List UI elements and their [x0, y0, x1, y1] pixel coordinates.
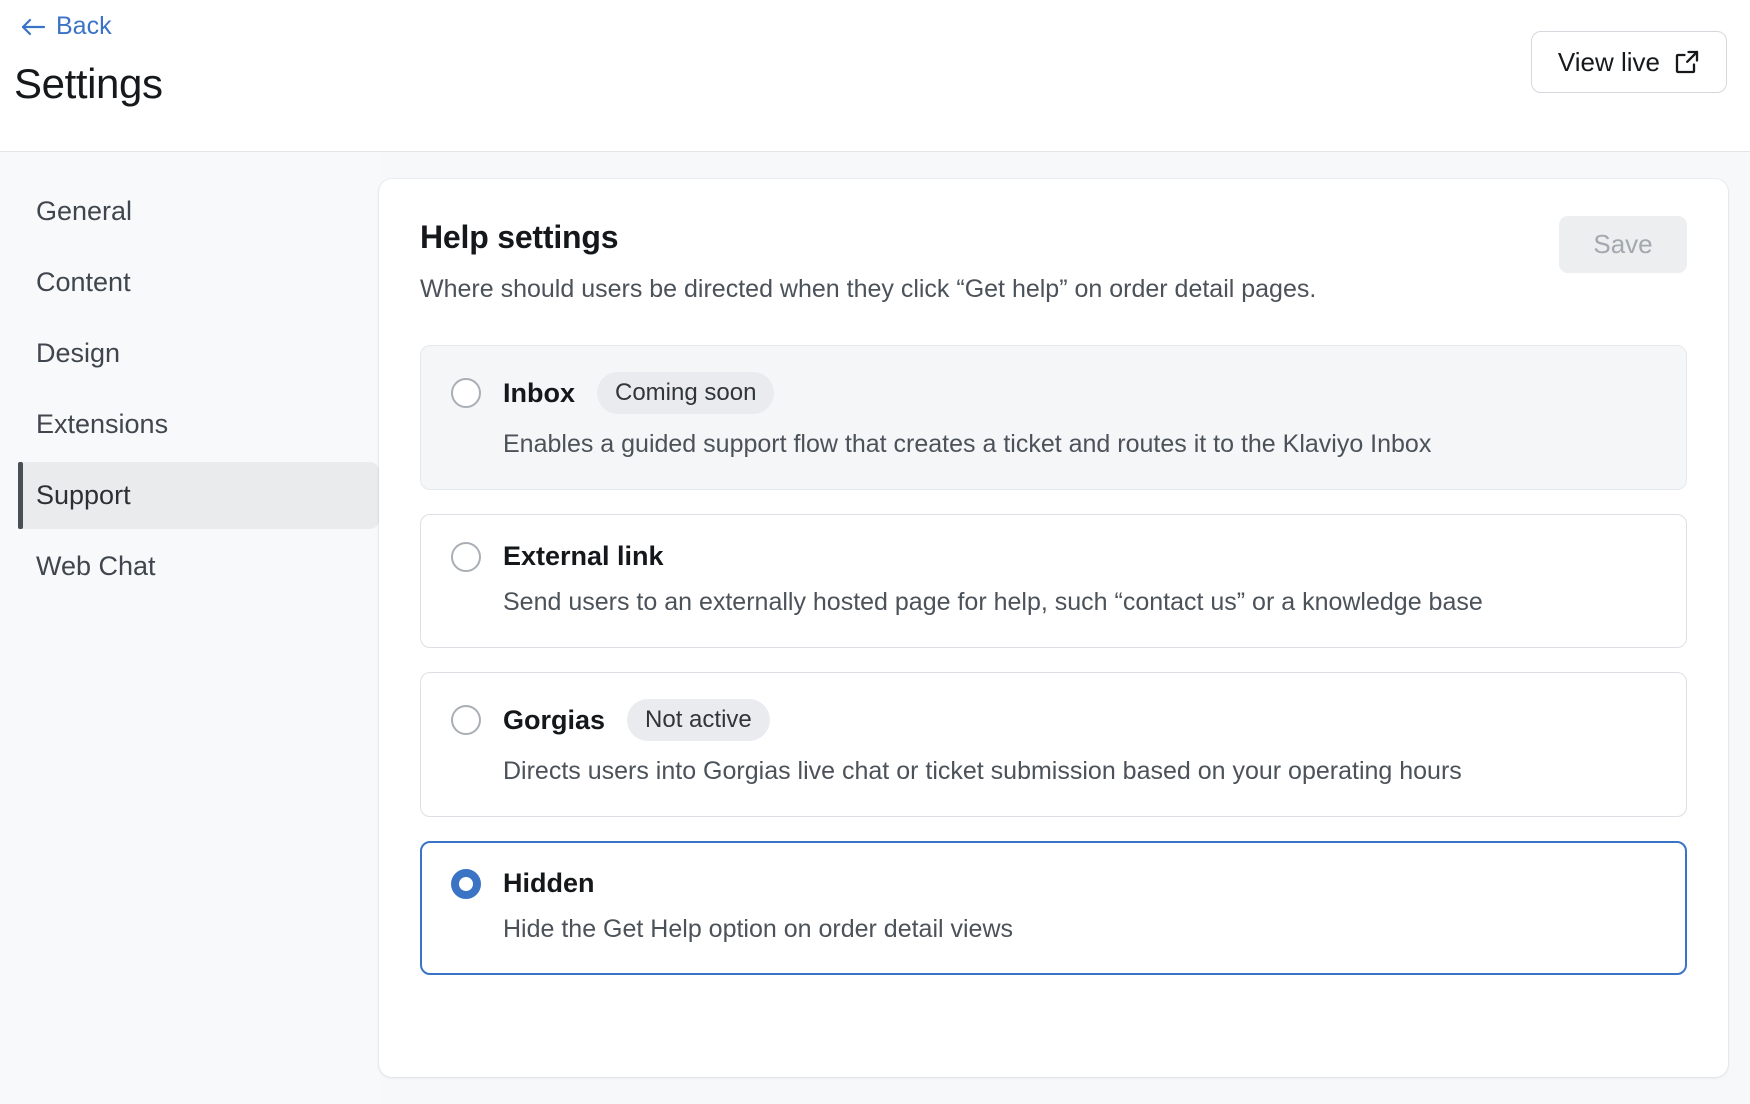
status-badge: Coming soon: [597, 372, 775, 414]
status-badge: Not active: [627, 699, 770, 741]
card-header: Help settings Where should users be dire…: [420, 216, 1687, 305]
option-title: Hidden: [503, 868, 595, 898]
option-header-row: External link: [451, 541, 1656, 572]
sidebar-item-label: Web Chat: [36, 551, 156, 581]
view-live-label: View live: [1557, 46, 1660, 77]
save-button[interactable]: Save: [1559, 216, 1687, 273]
settings-page: Back Settings View live General Content …: [0, 0, 1750, 1104]
option-inbox[interactable]: Inbox Coming soon Enables a guided suppo…: [420, 345, 1687, 490]
option-gorgias[interactable]: Gorgias Not active Directs users into Go…: [420, 672, 1687, 817]
sidebar-item-label: Extensions: [36, 409, 169, 439]
sidebar-item-extensions[interactable]: Extensions: [0, 391, 379, 458]
option-external-link[interactable]: External link Send users to an externall…: [420, 514, 1687, 648]
option-description: Enables a guided support flow that creat…: [503, 430, 1432, 458]
settings-sidebar: General Content Design Extensions Suppor…: [0, 152, 379, 1104]
settings-content: Help settings Where should users be dire…: [379, 152, 1750, 1104]
option-title: External link: [503, 541, 664, 571]
radio-inbox[interactable]: [451, 378, 481, 408]
help-destination-options: Inbox Coming soon Enables a guided suppo…: [420, 345, 1687, 975]
option-title: Gorgias: [503, 704, 606, 735]
radio-gorgias[interactable]: [451, 705, 481, 735]
option-header-row: Gorgias Not active: [451, 699, 1656, 741]
sidebar-item-design[interactable]: Design: [0, 320, 379, 387]
page-title: Settings: [14, 60, 163, 107]
external-link-icon: [1675, 50, 1699, 74]
view-live-button[interactable]: View live: [1530, 31, 1727, 93]
section-title: Help settings: [420, 219, 619, 255]
back-button[interactable]: Back: [14, 10, 118, 43]
section-subtitle: Where should users be directed when they…: [420, 275, 1317, 303]
sidebar-item-web-chat[interactable]: Web Chat: [0, 533, 379, 600]
radio-external-link[interactable]: [451, 541, 481, 572]
option-hidden[interactable]: Hidden Hide the Get Help option on order…: [420, 841, 1687, 975]
back-button-label: Back: [56, 12, 112, 40]
sidebar-item-general[interactable]: General: [0, 178, 379, 245]
option-header-row: Inbox Coming soon: [451, 372, 1656, 414]
page-body: General Content Design Extensions Suppor…: [0, 152, 1750, 1104]
option-header-row: Hidden: [451, 868, 1656, 899]
help-settings-card: Help settings Where should users be dire…: [379, 179, 1728, 1077]
sidebar-item-label: Support: [36, 480, 131, 510]
option-description: Hide the Get Help option on order detail…: [503, 915, 1014, 943]
sidebar-item-label: Content: [36, 267, 131, 297]
sidebar-item-support[interactable]: Support: [18, 462, 379, 529]
option-title: Inbox: [503, 377, 575, 408]
option-description: Directs users into Gorgias live chat or …: [503, 757, 1462, 785]
radio-hidden[interactable]: [451, 868, 481, 899]
sidebar-item-label: General: [36, 196, 133, 226]
option-description: Send users to an externally hosted page …: [503, 588, 1483, 616]
arrow-left-icon: [21, 18, 46, 35]
sidebar-item-content[interactable]: Content: [0, 249, 379, 316]
sidebar-item-label: Design: [36, 338, 121, 368]
page-header: Back Settings View live: [0, 0, 1750, 152]
